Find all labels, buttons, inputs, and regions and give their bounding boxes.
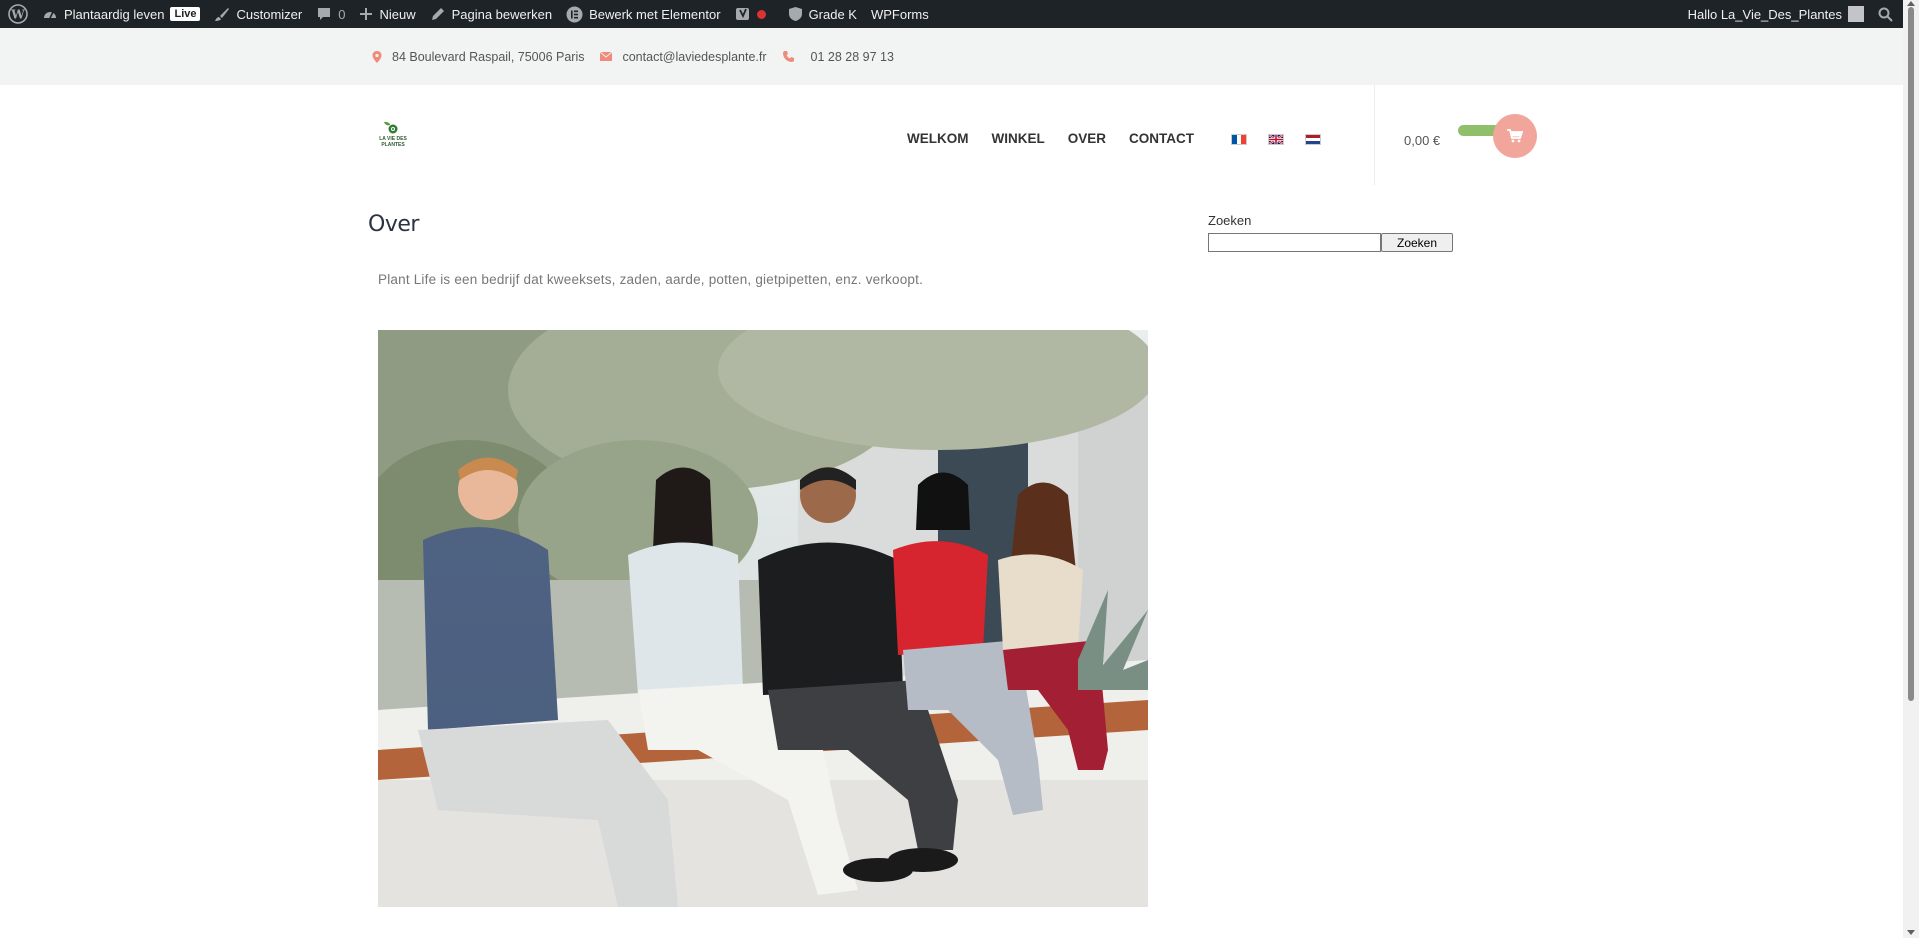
comment-icon	[318, 8, 331, 20]
email-item[interactable]: contact@laviedesplante.fr	[600, 49, 767, 64]
scroll-up-arrow-icon[interactable]	[1907, 1, 1915, 6]
pencil-icon	[431, 8, 444, 20]
search-button[interactable]: Zoeken	[1381, 233, 1453, 252]
avatar	[1848, 6, 1864, 22]
nav-item-over[interactable]: OVER	[1068, 131, 1106, 146]
comments-count: 0	[338, 6, 346, 22]
greeting-text: Hallo La_Vie_Des_Plantes	[1687, 6, 1842, 22]
grade-link[interactable]: Grade K	[781, 0, 864, 28]
edit-page-label: Pagina bewerken	[451, 6, 553, 22]
intro-text: Plant Life is een bedrijf dat kweeksets,…	[378, 272, 924, 287]
fr-flag-icon[interactable]	[1231, 134, 1247, 145]
elementor-icon	[566, 6, 583, 22]
phone-item[interactable]: 01 28 28 97 13	[782, 49, 894, 64]
site-name: Plantaardig leven	[64, 6, 165, 22]
address-item: 84 Boulevard Raspail, 75006 Paris	[372, 50, 584, 64]
team-photo	[378, 330, 1148, 907]
dashboard-icon	[44, 11, 56, 19]
nav-item-welkom[interactable]: WELKOM	[907, 131, 969, 146]
live-badge: Live	[170, 7, 201, 21]
envelope-icon	[600, 52, 613, 61]
yoast-seo-link[interactable]	[728, 0, 773, 28]
logo-text: LA VIE DES PLANTES	[379, 136, 407, 148]
address-text: 84 Boulevard Raspail, 75006 Paris	[392, 49, 585, 64]
search-input[interactable]	[1208, 233, 1381, 252]
wordpress-logo-button[interactable]: W	[0, 0, 35, 28]
nl-flag-icon[interactable]	[1305, 134, 1321, 145]
cart-button[interactable]	[1493, 114, 1537, 158]
search-label: Zoeken	[1208, 213, 1252, 228]
main-nav: WELKOM WINKEL OVER CONTACT	[907, 131, 1194, 146]
phone-icon	[782, 51, 794, 62]
plus-icon	[360, 8, 373, 20]
en-flag-icon[interactable]	[1268, 134, 1284, 145]
elementor-label: Bewerk met Elementor	[589, 6, 721, 22]
scroll-down-arrow-icon[interactable]	[1907, 930, 1915, 935]
nav-item-contact[interactable]: CONTACT	[1129, 131, 1194, 146]
admin-search-button[interactable]	[1871, 0, 1903, 28]
wpforms-link[interactable]: WPForms	[864, 0, 936, 28]
elementor-link[interactable]: Bewerk met Elementor	[559, 0, 728, 28]
brush-icon	[215, 8, 230, 21]
header-divider	[1374, 85, 1375, 185]
top-info-bar: 84 Boulevard Raspail, 75006 Paris contac…	[0, 28, 1903, 85]
wordpress-icon: W	[8, 4, 28, 24]
account-menu[interactable]: Hallo La_Vie_Des_Plantes	[1681, 0, 1871, 28]
page-title: Over	[368, 212, 419, 237]
page-scrollbar[interactable]	[1903, 0, 1919, 938]
yoast-icon	[735, 8, 749, 20]
site-logo[interactable]: LA VIE DES PLANTES	[374, 119, 412, 153]
cart-total[interactable]: 0,00 €	[1404, 133, 1440, 148]
wpforms-label: WPForms	[870, 6, 929, 22]
language-switcher	[1231, 134, 1321, 145]
shield-icon	[788, 7, 802, 21]
phone-text: 01 28 28 97 13	[810, 49, 894, 64]
nav-item-winkel[interactable]: WINKEL	[992, 131, 1045, 146]
cart-icon	[1507, 129, 1523, 143]
edit-page-link[interactable]: Pagina bewerken	[423, 0, 559, 28]
seo-status-dot	[756, 9, 766, 19]
site-header: LA VIE DES PLANTES WELKOM WINKEL OVER CO…	[0, 85, 1903, 185]
customizer-link[interactable]: Customizer	[207, 0, 309, 28]
map-pin-icon	[372, 50, 382, 63]
new-label: Nieuw	[379, 6, 416, 22]
new-content-link[interactable]: Nieuw	[352, 0, 422, 28]
customizer-label: Customizer	[236, 6, 303, 22]
svg-text:W: W	[10, 8, 25, 22]
grade-label: Grade K	[808, 6, 857, 22]
people-photo-illustration	[378, 330, 1148, 907]
site-name-link[interactable]: Plantaardig leven Live	[35, 0, 207, 28]
email-text: contact@laviedesplante.fr	[622, 49, 767, 64]
admin-bar: W Plantaardig leven Live Customizer 0 Ni…	[0, 0, 1903, 28]
comments-link[interactable]: 0	[309, 0, 352, 28]
scrollbar-thumb[interactable]	[1908, 7, 1914, 701]
search-icon	[1878, 7, 1893, 22]
